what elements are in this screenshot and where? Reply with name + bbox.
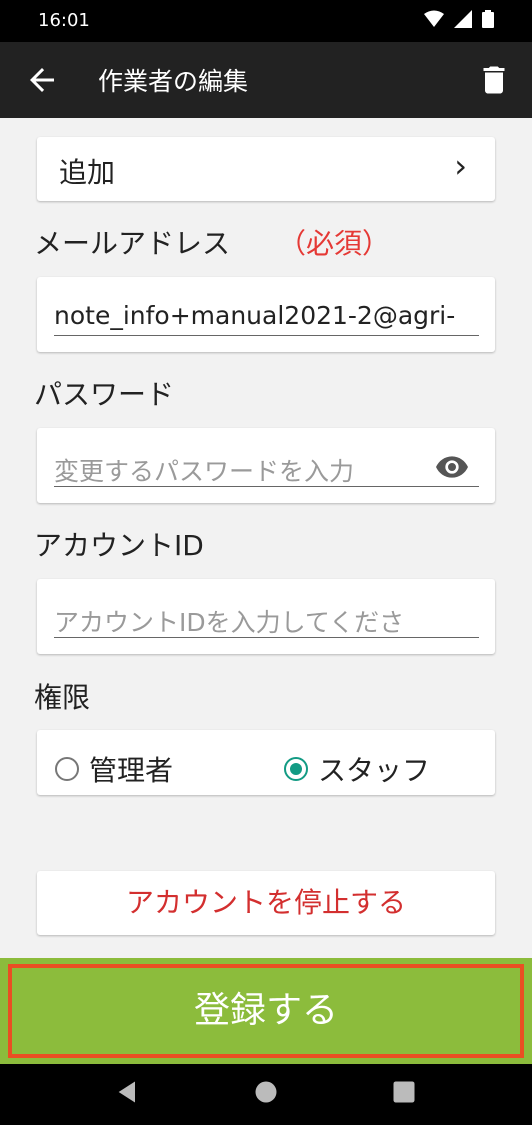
nav-back-icon[interactable] [114,1078,142,1106]
account-id-field[interactable]: アカウントIDを入力してくださ [54,603,479,638]
password-field-underline [54,486,479,487]
permission-label: 権限 [34,681,91,714]
add-row[interactable]: 追加 › [37,137,495,201]
password-field[interactable]: 変更するパスワードを入力 [54,452,419,487]
arrow-left-icon[interactable] [24,62,60,98]
wifi-icon [424,10,444,27]
nav-home-icon[interactable] [252,1078,280,1106]
status-time: 16:01 [38,10,90,31]
status-bar: 16:01 [0,0,532,42]
radio-admin-label: 管理者 [89,754,174,787]
email-label: メールアドレス （必須） [34,222,390,262]
radio-admin-circle[interactable] [55,757,79,781]
password-card: 変更するパスワードを入力 [37,428,495,503]
nav-recents-icon[interactable] [390,1078,418,1106]
add-row-label: 追加 [59,156,116,189]
radio-staff-label: スタッフ [318,754,431,787]
nav-bar [0,1064,532,1125]
account-id-label: アカウントID [34,529,204,562]
battery-icon [482,10,494,28]
email-field[interactable]: note_info+manual2021-2@agri- [54,301,479,336]
submit-button[interactable]: 登録する [8,964,524,1058]
account-id-card: アカウントIDを入力してくださ [37,579,495,654]
radio-admin[interactable]: 管理者 [55,749,173,789]
email-card: note_info+manual2021-2@agri- [37,277,495,352]
page-title: 作業者の編集 [98,67,249,96]
required-badge: （必須） [278,227,391,260]
chevron-right-icon: › [454,147,467,185]
radio-staff[interactable]: スタッフ [284,749,430,789]
app-bar: 作業者の編集 [0,42,532,118]
signal-icon [454,10,472,28]
trash-icon[interactable] [476,62,512,98]
password-label: パスワード [34,378,175,411]
radio-staff-circle[interactable] [284,757,308,781]
eye-icon[interactable] [436,455,468,479]
stop-account-button[interactable]: アカウントを停止する [37,871,495,935]
email-label-text: メールアドレス [34,227,231,260]
permission-card: 管理者 スタッフ [37,730,495,795]
status-icons [424,10,494,28]
